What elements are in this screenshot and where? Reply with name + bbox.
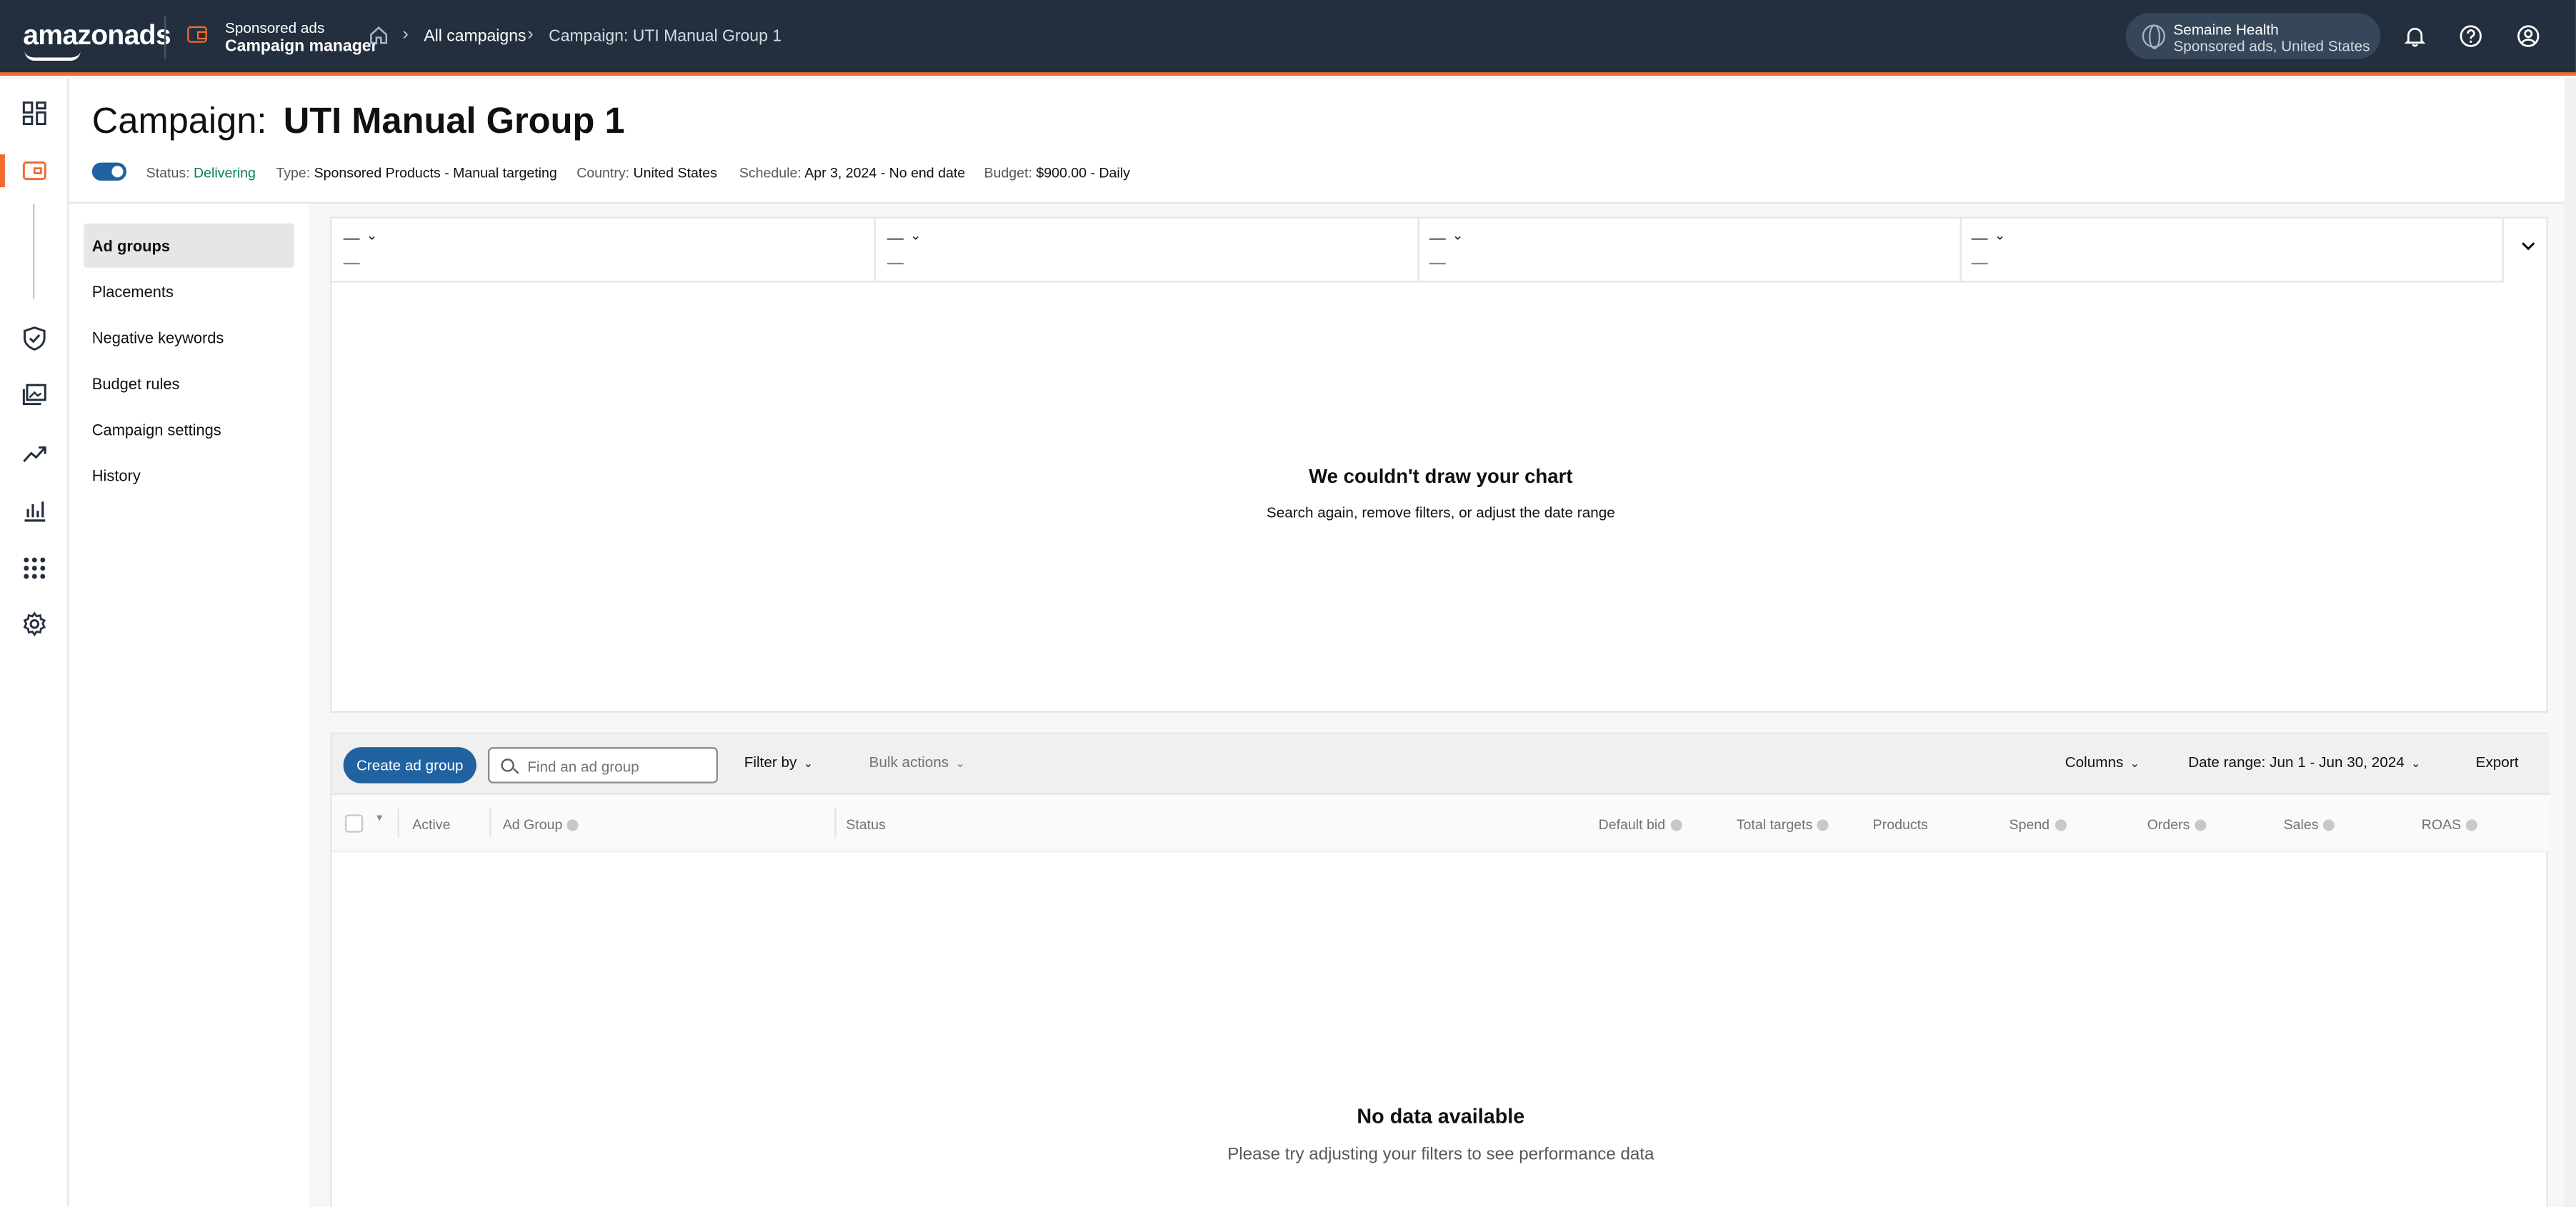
account-marketplace: Sponsored ads, United States xyxy=(2173,37,2370,54)
app-title[interactable]: Sponsored ads Campaign manager xyxy=(225,18,377,57)
app-title-line2: Campaign manager xyxy=(225,37,378,56)
chevron-down-icon: ⌄ xyxy=(910,228,922,244)
column-header-ad-group[interactable]: Ad Group xyxy=(503,816,579,833)
chart-empty-subtitle: Search again, remove filters, or adjust … xyxy=(1266,504,1615,521)
filter-by-dropdown[interactable]: Filter by ⌄ xyxy=(744,753,813,770)
chevron-right-icon: › xyxy=(402,24,409,45)
search-icon xyxy=(501,758,514,772)
page-title-prefix: Campaign: xyxy=(91,100,267,141)
caret-down-icon[interactable]: ▼ xyxy=(374,814,384,824)
subnav-item-placements[interactable]: Placements xyxy=(84,269,294,314)
user-profile-icon[interactable] xyxy=(2517,24,2540,47)
column-header-status[interactable]: Status xyxy=(846,816,885,833)
breadcrumb-current: Campaign: UTI Manual Group 1 xyxy=(549,28,782,46)
globe-icon xyxy=(2142,24,2166,49)
subnav-item-history[interactable]: History xyxy=(84,454,294,498)
subnav-item-ad-groups[interactable]: Ad groups xyxy=(84,223,294,268)
top-nav-bar: amazonads Sponsored ads Campaign manager… xyxy=(0,0,2576,76)
chevron-right-icon: › xyxy=(527,24,534,45)
ad-group-search-input[interactable]: Find an ad group xyxy=(488,747,718,783)
ad-groups-table-card: Create ad group Find an ad group Filter … xyxy=(330,732,2550,1207)
no-data-subtitle: Please try adjusting your filters to see… xyxy=(1227,1144,1654,1165)
page-title: Campaign: UTI Manual Group 1 xyxy=(92,100,625,143)
schedule-meta[interactable]: Schedule: Apr 3, 2024 - No end date xyxy=(739,164,965,181)
dashboard-icon[interactable] xyxy=(21,100,48,126)
campaign-header: Campaign: UTI Manual Group 1 Status: Del… xyxy=(69,79,2576,204)
app-root: amazonads Sponsored ads Campaign manager… xyxy=(0,0,2576,1207)
help-icon[interactable] xyxy=(2460,24,2482,47)
column-header-default-bid[interactable]: Default bid xyxy=(1599,816,1682,833)
account-switcher[interactable]: Semaine Health Sponsored ads, United Sta… xyxy=(2125,13,2381,59)
chevron-down-icon: ⌄ xyxy=(955,758,965,771)
subnav-item-campaign-settings[interactable]: Campaign settings xyxy=(84,407,294,451)
status-value: Delivering xyxy=(194,164,256,181)
account-name: Semaine Health xyxy=(2173,21,2279,38)
info-icon xyxy=(2195,819,2207,831)
metric-selector-1[interactable]: — ⌄ xyxy=(331,218,876,283)
breadcrumb-all-campaigns[interactable]: All campaigns xyxy=(424,28,526,46)
chevron-down-icon: ⌄ xyxy=(2130,758,2140,771)
country-meta: Country: United States xyxy=(576,164,717,181)
no-data-title: No data available xyxy=(1357,1105,1525,1128)
chevron-down-icon: ⌄ xyxy=(366,228,378,244)
home-icon[interactable] xyxy=(368,24,389,46)
info-icon xyxy=(1817,819,1829,831)
create-ad-group-button[interactable]: Create ad group xyxy=(343,747,476,783)
column-header-products[interactable]: Products xyxy=(1873,816,1928,833)
bell-icon[interactable] xyxy=(2403,24,2426,47)
search-placeholder: Find an ad group xyxy=(527,758,639,776)
info-icon xyxy=(1669,819,1682,831)
select-all-checkbox[interactable] xyxy=(344,814,364,833)
info-icon xyxy=(2466,819,2478,831)
column-header-spend[interactable]: Spend xyxy=(2010,816,2067,833)
chevron-down-icon: ⌄ xyxy=(2411,758,2421,771)
budget-meta[interactable]: Budget: $900.00 - Daily xyxy=(984,164,1130,181)
metric-selector-2[interactable]: — ⌄ xyxy=(875,218,1419,283)
app-title-line1: Sponsored ads xyxy=(225,19,325,36)
column-header-orders[interactable]: Orders xyxy=(2147,816,2207,833)
info-icon xyxy=(2054,819,2067,831)
campaign-subnav: Ad groups Placements Negative keywords B… xyxy=(69,204,309,1207)
chevron-down-icon: ⌄ xyxy=(1994,228,2006,244)
media-library-icon[interactable] xyxy=(21,383,48,409)
table-toolbar: Create ad group Find an ad group Filter … xyxy=(331,733,2550,795)
column-header-sales[interactable]: Sales xyxy=(2284,816,2335,833)
collapse-chart-chevron-icon[interactable] xyxy=(2520,240,2537,253)
page-title-campaign-name: UTI Manual Group 1 xyxy=(283,100,625,141)
date-range-dropdown[interactable]: Date range: Jun 1 - Jun 30, 2024 ⌄ xyxy=(2188,753,2420,770)
chevron-down-icon: ⌄ xyxy=(803,758,814,771)
column-header-active[interactable]: Active xyxy=(412,816,450,833)
status-meta: Status: Delivering xyxy=(146,164,256,181)
reports-bar-chart-icon[interactable] xyxy=(21,498,48,524)
brand-shield-icon[interactable] xyxy=(21,325,48,351)
subnav-item-negative-keywords[interactable]: Negative keywords xyxy=(84,315,294,359)
columns-dropdown[interactable]: Columns ⌄ xyxy=(2065,753,2140,770)
info-icon xyxy=(2323,819,2335,831)
metric-selector-4[interactable]: — ⌄ xyxy=(1960,218,2504,283)
metric-selector-3[interactable]: — ⌄ xyxy=(1417,218,1962,283)
bulk-actions-dropdown[interactable]: Bulk actions ⌄ xyxy=(869,753,965,770)
page-scrollbar[interactable] xyxy=(2564,79,2576,1207)
trend-line-icon[interactable] xyxy=(21,440,48,466)
campaign-manager-icon xyxy=(187,26,207,43)
left-icon-rail xyxy=(0,79,69,1207)
performance-chart-card: — ⌄ — ⌄ — ⌄ — ⌄ We couldn't draw your ch… xyxy=(330,216,2548,713)
column-header-total-targets[interactable]: Total targets xyxy=(1737,816,1829,833)
chevron-down-icon: ⌄ xyxy=(1452,228,1464,244)
chart-empty-title: We couldn't draw your chart xyxy=(1309,464,1573,488)
export-button[interactable]: Export xyxy=(2476,753,2519,770)
info-icon xyxy=(567,819,579,831)
campaign-active-toggle[interactable] xyxy=(91,162,127,181)
campaigns-icon[interactable] xyxy=(21,158,48,184)
rail-divider xyxy=(32,204,35,299)
active-indicator xyxy=(0,154,5,188)
amazon-ads-logo[interactable]: amazonads xyxy=(23,20,171,61)
settings-gear-icon[interactable] xyxy=(21,611,48,637)
divider xyxy=(164,16,166,59)
apps-grid-icon[interactable] xyxy=(21,555,48,581)
table-header-row: ▼ Active Ad Group Status Default bid Tot… xyxy=(331,794,2550,853)
subnav-item-budget-rules[interactable]: Budget rules xyxy=(84,361,294,406)
column-header-roas[interactable]: ROAS xyxy=(2422,816,2478,833)
type-meta: Type: Sponsored Products - Manual target… xyxy=(276,164,557,181)
